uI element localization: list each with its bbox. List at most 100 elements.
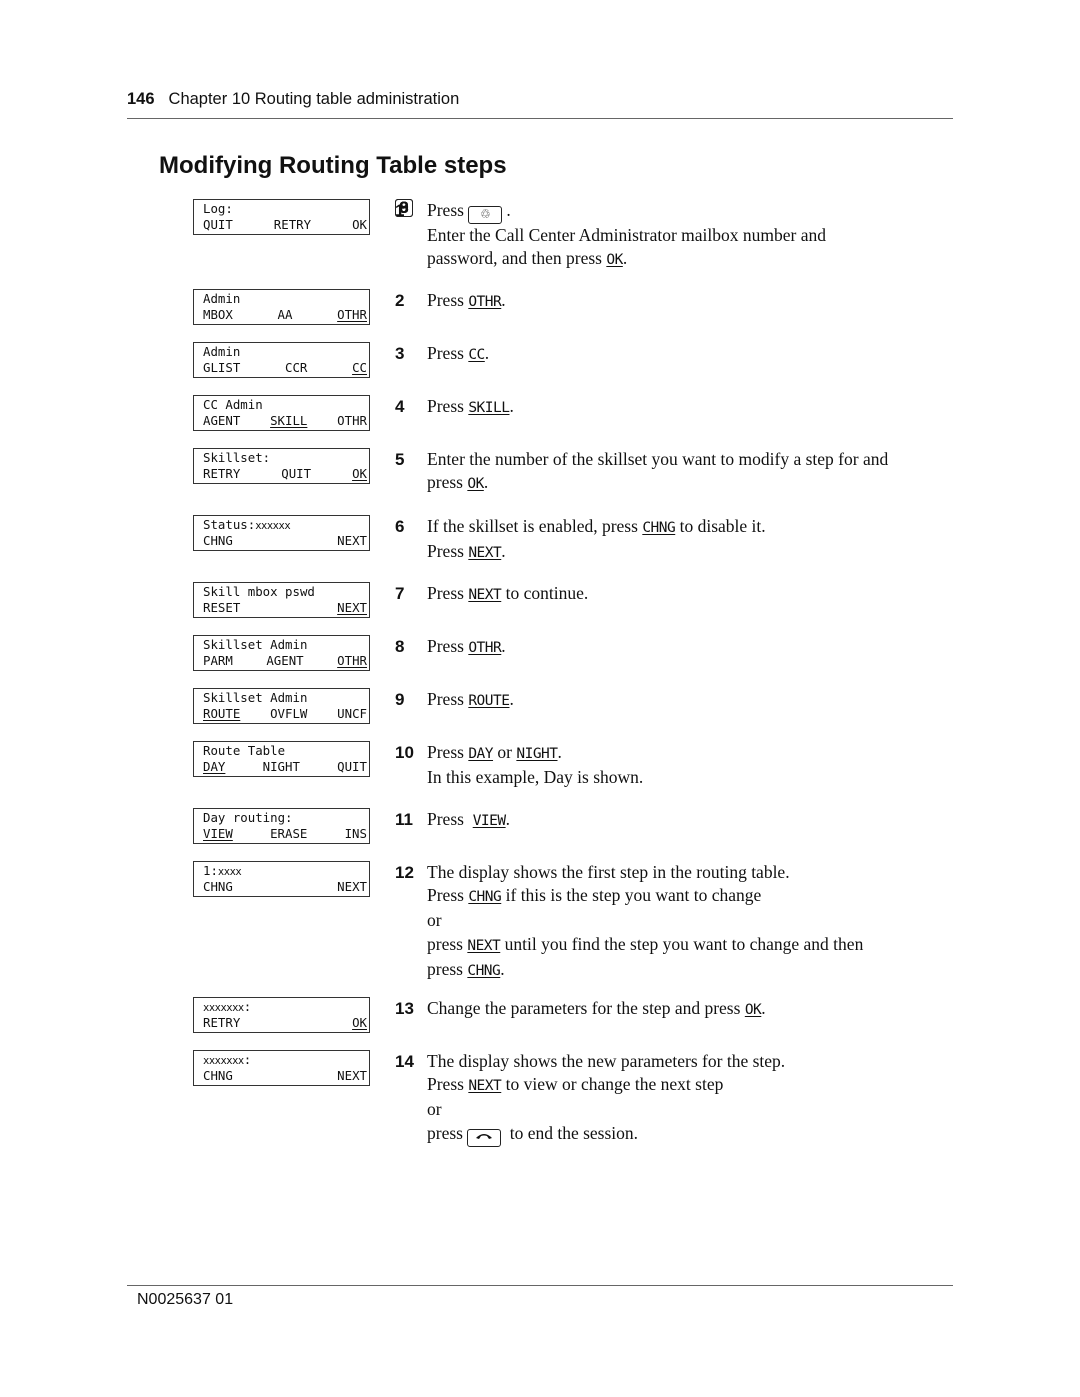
step-text: Press (427, 290, 464, 310)
softkey: AA (277, 307, 293, 322)
softkey: RETRY (203, 1015, 241, 1030)
softkey-ref: CHNG (467, 962, 501, 979)
step-3: 3 Press CC. (395, 342, 489, 367)
softkey: NEXT (337, 1068, 367, 1083)
step-text: to end the session. (509, 1122, 639, 1143)
step-text: . (483, 472, 489, 493)
softkey: QUIT (203, 217, 233, 232)
step-text: to disable it. (679, 516, 766, 536)
step-number: 3 (395, 344, 405, 363)
softkey: RETRY (203, 466, 241, 481)
step-text: if this is the step you want to change (505, 885, 762, 906)
softkey-ref: VIEW (472, 813, 506, 829)
display-value: xxxxxx (255, 520, 291, 532)
step-text: Press (427, 689, 464, 709)
step-number: 6 (395, 517, 405, 536)
step-text: press (427, 933, 463, 954)
step-text: press (427, 472, 463, 493)
step-text: . (761, 998, 766, 1018)
step-text: Enter the number of the skillset you wan… (427, 449, 889, 469)
section-title: Modifying Routing Table steps (159, 152, 507, 179)
step-2: 2 Press OTHR. (395, 289, 506, 314)
step-4: 4 Press SKILL. (395, 395, 514, 420)
softkey: QUIT (337, 759, 367, 774)
step-text: to continue. (505, 583, 589, 603)
display-label: : (243, 999, 252, 1014)
step-14: 14 The display shows the new parameters … (395, 1050, 785, 1147)
footer-rule (127, 1285, 953, 1286)
step-text: . (505, 809, 510, 829)
softkey-ref: OTHR (468, 640, 502, 656)
step-11: 11 Press VIEW. (395, 808, 510, 833)
step-text: Enter the Call Center Administrator mail… (427, 225, 827, 245)
step-12: 12 The display shows the first step in t… (395, 861, 863, 983)
step-text: Press (427, 343, 464, 363)
display-admin: Admin MBOX AA OTHR (193, 289, 370, 325)
step-text: Press (427, 583, 464, 603)
step-text: . (506, 200, 511, 220)
running-header: 146 Chapter 10 Routing table administrati… (127, 90, 459, 109)
chapter-title: Chapter 10 Routing table administration (168, 90, 460, 108)
display-value: xxxxxxx (203, 1055, 244, 1067)
step-number: 12 (395, 863, 414, 882)
display-skill-mbox-pswd: Skill mbox pswd RESET NEXT (193, 582, 370, 618)
softkey-selected: OTHR (337, 653, 367, 668)
release-key-icon (467, 1128, 502, 1147)
step-text: or (427, 1099, 442, 1120)
step-number: 2 (395, 291, 405, 310)
step-number: 5 (395, 450, 405, 469)
softkey-selected: OK (352, 1015, 367, 1030)
display-label: : (243, 1052, 252, 1067)
step-text: Press (427, 742, 464, 762)
step-number: 10 (395, 743, 414, 762)
softkey-selected: DAY (203, 759, 226, 774)
softkey-ref: ROUTE (468, 693, 510, 709)
step-text: . (622, 248, 628, 269)
display-first-step: 1:xxxx CHNG NEXT (193, 861, 370, 897)
step-text: press (427, 958, 463, 979)
display-line1: Route Table (203, 743, 286, 758)
step-text: . (509, 396, 514, 416)
softkey-selected: CC (352, 360, 367, 375)
step-text: . (501, 636, 506, 656)
step-text: Press (427, 541, 464, 562)
display-line1: Log: (203, 201, 233, 216)
step-text: Press (427, 200, 464, 220)
softkey: RETRY (273, 217, 312, 232)
softkey-ref: OK (606, 252, 623, 269)
softkey-ref: CHNG (468, 889, 502, 906)
display-value: xxxx (217, 866, 242, 878)
step-text: . (501, 290, 506, 310)
display-line1: Skillset Admin (203, 690, 308, 705)
softkey: OVFLW (270, 706, 308, 721)
step-9: 9 Press ROUTE. (395, 688, 514, 713)
softkey-ref: SKILL (468, 400, 510, 416)
step-text: . (557, 742, 562, 762)
step-text: Change the parameters for the step and p… (427, 998, 741, 1018)
step-text: or (427, 910, 442, 931)
softkey: AGENT (203, 413, 241, 428)
softkey-selected: ROUTE (203, 706, 241, 721)
display-label: Status: (203, 517, 256, 532)
step-6: 6 If the skillset is enabled, press CHNG… (395, 515, 766, 565)
step-5: 5 Enter the number of the skillset you w… (395, 448, 888, 496)
display-skillset-admin: Skillset Admin PARM AGENT OTHR (193, 635, 370, 671)
display-line1: Skillset Admin (203, 637, 308, 652)
display-parameter: xxxxxxx: RETRY OK (193, 997, 370, 1033)
step-number: 7 (395, 584, 405, 603)
dial-key: 3 (395, 199, 413, 217)
display-line1: CC Admin (203, 397, 263, 412)
softkey-ref: NIGHT (516, 746, 558, 762)
softkey-ref: OK (744, 1002, 762, 1018)
display-label: 1: (203, 863, 218, 878)
softkey: CHNG (203, 533, 233, 548)
step-text: Press (427, 1074, 464, 1095)
display-line1: Day routing: (203, 810, 293, 825)
softkey-selected: OTHR (337, 307, 367, 322)
softkey-selected: VIEW (203, 826, 233, 841)
softkey-ref: CHNG (642, 520, 676, 536)
step-text: . (500, 958, 505, 979)
softkey-ref: NEXT (468, 545, 502, 562)
step-text: If the skillset is enabled, press (427, 516, 638, 536)
softkey: QUIT (281, 466, 312, 481)
